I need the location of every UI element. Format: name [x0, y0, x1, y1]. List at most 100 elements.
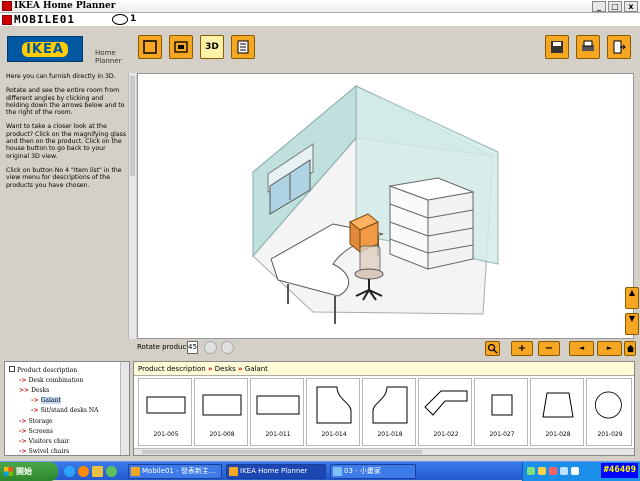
3d-view-button[interactable]: 3D [200, 35, 224, 59]
tree-arrow-icon: -> [19, 438, 29, 445]
floor-plan-button[interactable] [138, 35, 162, 59]
zoom-in-button[interactable]: + [511, 341, 533, 356]
tree-item-swivel-chairs[interactable]: -> Swivel chairs [19, 448, 69, 455]
folder-icon[interactable] [92, 466, 103, 477]
house-icon [626, 344, 634, 353]
logo-text: IKEA [22, 41, 68, 57]
tree-arrow-icon: >> [19, 387, 32, 394]
tree-item-product-description[interactable]: Product description [9, 366, 77, 374]
zoom-out-button[interactable]: − [538, 341, 560, 356]
room-3d-scene[interactable] [138, 74, 633, 338]
product-tile[interactable]: 201-011 [250, 378, 304, 446]
item-list-button[interactable] [231, 35, 255, 59]
tree-arrow-icon: -> [31, 407, 41, 414]
tree-item-desk-combination[interactable]: -> Desk combination [19, 377, 83, 384]
help-text: Here you can furnish directly in 3D. Rot… [6, 73, 128, 196]
tray-network-icon[interactable] [527, 467, 535, 475]
tree-item-galant[interactable]: -> Galant [31, 397, 61, 404]
desk-rect-wide-icon [146, 396, 186, 414]
home-view-button[interactable] [624, 341, 636, 356]
move-left-button[interactable]: ◄ [569, 341, 594, 356]
rotate-left-button[interactable] [204, 341, 217, 354]
move-down-button[interactable]: ▼ [625, 313, 639, 335]
item-list-icon [237, 40, 249, 54]
tree-arrow-icon: -> [19, 428, 29, 435]
taskbar-button-paint[interactable]: 03 - 小畫家 [330, 464, 416, 479]
start-button[interactable]: 開始 [0, 462, 58, 481]
product-tile[interactable]: 201-029 [586, 378, 632, 446]
window-title-bar: IKEA Home Planner _ □ x [0, 0, 640, 13]
browser-icon [131, 467, 140, 476]
breadcrumb: Product description » Desks » Galant [134, 362, 634, 376]
tree-item-screens[interactable]: -> Screens [19, 428, 53, 435]
ie-icon[interactable] [64, 466, 75, 477]
product-tile[interactable]: 201-008 [194, 378, 248, 446]
window-title: IKEA Home Planner [14, 1, 116, 11]
desk-rect-mid-icon [202, 394, 242, 416]
rotate-angle-field[interactable]: 45 [187, 341, 198, 354]
help-scrollbar[interactable] [128, 73, 136, 339]
breadcrumb-item[interactable]: Galant [245, 365, 268, 373]
product-tile[interactable]: 201-022 [418, 378, 472, 446]
product-code: 201-008 [209, 431, 235, 438]
tray-ime-icon[interactable] [560, 467, 568, 475]
minimize-button[interactable]: _ [592, 1, 606, 12]
firefox-icon[interactable] [78, 466, 89, 477]
catalog-scrollbar[interactable] [134, 448, 634, 455]
tree-item-desks[interactable]: >> Desks [19, 387, 49, 394]
floor-plan-icon [143, 40, 157, 54]
product-tile[interactable]: 201-027 [474, 378, 528, 446]
product-code: 201-028 [545, 431, 571, 438]
print-icon [582, 40, 594, 51]
help-paragraph: Rotate and see the entire room from diff… [6, 87, 125, 117]
tree-item-storage[interactable]: -> Storage [19, 418, 53, 425]
rotate-right-button[interactable] [221, 341, 234, 354]
product-tile[interactable]: 201-018 [362, 378, 416, 446]
print-button[interactable] [576, 35, 600, 59]
messenger-icon[interactable] [106, 466, 117, 477]
exit-button[interactable] [607, 35, 631, 59]
app-icon[interactable] [2, 1, 12, 11]
move-left-icon: ◄ [578, 344, 585, 352]
system-tray: #46409 [522, 462, 640, 481]
desk-trapezoid-icon [542, 392, 574, 418]
tray-volume-icon[interactable] [538, 467, 546, 475]
tree-item-visitors-chair[interactable]: -> Visitors chair [19, 438, 69, 445]
breadcrumb-item[interactable]: Desks [215, 365, 236, 373]
app-name-line2: Planner [95, 57, 122, 65]
product-catalog: Product description » Desks » Galant 201… [133, 361, 635, 456]
clock[interactable]: #46409 [601, 463, 638, 478]
tree-scrollbar[interactable] [120, 362, 129, 455]
taskbar-button-browser[interactable]: Mobile01 - 發表新主... [128, 464, 222, 479]
watermark-emblem-icon [112, 14, 128, 25]
tray-app-icon[interactable] [571, 467, 579, 475]
watermark-number: 1 [130, 14, 137, 24]
breadcrumb-item[interactable]: Product description [138, 365, 206, 373]
magnifier-icon [487, 343, 498, 354]
move-up-button[interactable]: ▲ [625, 287, 639, 309]
taskbar-button-ikea[interactable]: IKEA Home Planner [226, 464, 326, 479]
zoom-button[interactable] [485, 341, 500, 356]
move-right-icon: ► [606, 344, 613, 352]
tree-item-sit-stand[interactable]: -> Sit/stand desks NA [31, 407, 98, 414]
menu-app-icon[interactable] [2, 15, 12, 25]
save-icon [551, 41, 563, 53]
tray-antivirus-icon[interactable] [549, 467, 557, 475]
product-tile[interactable]: 201-014 [306, 378, 360, 446]
shelving-unit[interactable] [388, 177, 475, 270]
move-up-icon: ▲ [628, 288, 636, 297]
move-right-button[interactable]: ► [597, 341, 622, 356]
help-paragraph: Want to take a closer look at the produc… [6, 123, 127, 160]
paint-icon [333, 467, 342, 476]
product-tile[interactable]: 201-005 [138, 378, 192, 446]
app-name-line1: Home [95, 49, 116, 57]
3d-view-label: 3D [205, 42, 219, 52]
close-button[interactable]: x [624, 1, 638, 12]
maximize-button[interactable]: □ [608, 1, 622, 12]
save-button[interactable] [545, 35, 569, 59]
tree-arrow-icon: -> [19, 418, 29, 425]
3d-viewport[interactable] [137, 73, 634, 339]
room-edit-button[interactable] [169, 35, 193, 59]
product-tile[interactable]: 201-028 [530, 378, 584, 446]
product-code: 201-029 [597, 431, 623, 438]
